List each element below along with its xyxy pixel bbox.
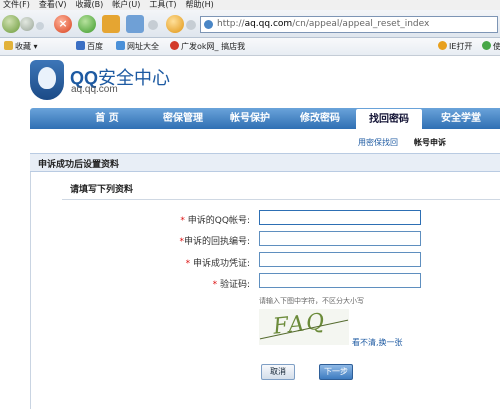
divider [62,199,500,200]
favorites-icon[interactable] [166,15,184,33]
extension-button[interactable]: 使 [482,38,500,55]
favorites-panel-button[interactable]: 收藏 ▾ [4,38,38,55]
toolbar-label: IE打开 [449,42,473,51]
browser-menubar: 文件(F) 查看(V) 收藏(B) 帐户(U) 工具(T) 帮助(H) [0,0,500,10]
subnav-account-appeal[interactable]: 帐号申诉 [414,137,446,148]
label-text: 申诉的回执编号: [183,237,250,247]
cancel-button[interactable]: 取消 [261,364,295,380]
required-mark: * [212,280,218,290]
menu-view[interactable]: 查看(V) [39,0,67,9]
favorites-bar: 收藏 ▾ 百度 网址大全 广发ok网_ 搞店我 IE打开 使 [0,38,500,56]
pepsi-icon [170,41,179,50]
required-mark: * [185,259,191,269]
ie-icon [438,41,447,50]
qq-account-label: * 申诉的QQ帐号: [150,213,250,226]
favorite-label: 广发ok网_ 搞店我 [181,42,246,51]
tab-change-password[interactable]: 修改密码 [288,108,352,129]
menu-help[interactable]: 帮助(H) [186,0,214,9]
back-icon[interactable] [2,15,20,33]
open-in-ie-button[interactable]: IE打开 [438,38,472,55]
receipt-number-label: *申诉的回执编号: [150,234,250,247]
menu-account[interactable]: 帐户(U) [112,0,140,9]
form-subtitle: 请填写下列资料 [70,185,134,195]
refresh-captcha-link[interactable]: 看不清,换一张 [352,337,403,348]
favorite-link-guangfa[interactable]: 广发ok网_ 搞店我 [170,38,245,55]
receipt-number-input[interactable] [259,231,421,246]
tab-home[interactable]: 首 页 [82,108,132,129]
browser-toolbar: × http://aq.qq.com/cn/appeal/appeal_rese… [0,10,500,38]
toolbar-label: 使 [493,42,500,51]
label-text: 验证码: [219,280,250,290]
dropdown-icon[interactable] [186,20,196,30]
tab-security-question[interactable]: 密保管理 [148,108,218,129]
home-icon [116,41,125,50]
section-title: 申诉成功后设置资料 [38,160,120,170]
subnav-use-security[interactable]: 用密保找回 [358,137,398,148]
baidu-icon [76,41,85,50]
favorite-link-directory[interactable]: 网址大全 [116,38,159,55]
tab-account-protect[interactable]: 帐号保护 [220,108,280,129]
address-bar[interactable]: http://aq.qq.com/cn/appeal/appeal_reset_… [200,16,498,33]
qq-account-input[interactable] [259,210,421,225]
home-icon[interactable] [102,15,120,33]
forward-icon[interactable] [20,17,34,31]
section-header: 申诉成功后设置资料 [30,153,500,172]
menu-tools[interactable]: 工具(T) [149,0,176,9]
captcha-input[interactable] [259,273,421,288]
favorite-label: 百度 [87,42,103,51]
shield-icon [30,60,64,100]
next-button[interactable]: 下一步 [319,364,353,380]
captcha-label: * 验证码: [150,277,250,290]
tab-recover-password[interactable]: 找回密码 [356,109,422,129]
url-host: aq.qq.com [244,19,293,29]
refresh-icon[interactable] [78,15,96,33]
required-mark: * [180,216,185,226]
url-path: /cn/appeal/appeal_reset_index [292,19,430,29]
main-nav: 首 页 密保管理 帐号保护 修改密码 找回密码 安全学堂 [30,108,500,129]
site-domain: aq.qq.com [71,84,118,95]
favorite-link-baidu[interactable]: 百度 [76,38,103,55]
favorites-label: 收藏 [15,42,31,51]
captcha-image[interactable]: FAQ [259,309,349,345]
label-text: 申诉成功凭证: [192,259,250,269]
menu-favorites[interactable]: 收藏(B) [76,0,104,9]
stop-icon[interactable]: × [54,15,72,33]
star-icon [4,41,13,50]
captcha-text: FAQ [271,309,328,340]
tab-security-school[interactable]: 安全学堂 [428,108,494,129]
label-text: 申诉的QQ帐号: [187,216,250,226]
favorite-label: 网址大全 [127,42,159,51]
undo-icon[interactable] [126,15,144,33]
url-prefix: http:// [217,19,245,29]
extension-icon [482,41,491,50]
success-credential-label: * 申诉成功凭证: [150,256,250,269]
site-icon [204,20,213,29]
success-credential-input[interactable] [259,252,421,267]
dropdown-icon[interactable] [148,20,158,30]
menu-file[interactable]: 文件(F) [3,0,30,9]
captcha-hint: 请输入下图中字符，不区分大小写 [259,297,364,305]
history-dropdown-icon[interactable] [36,22,44,30]
